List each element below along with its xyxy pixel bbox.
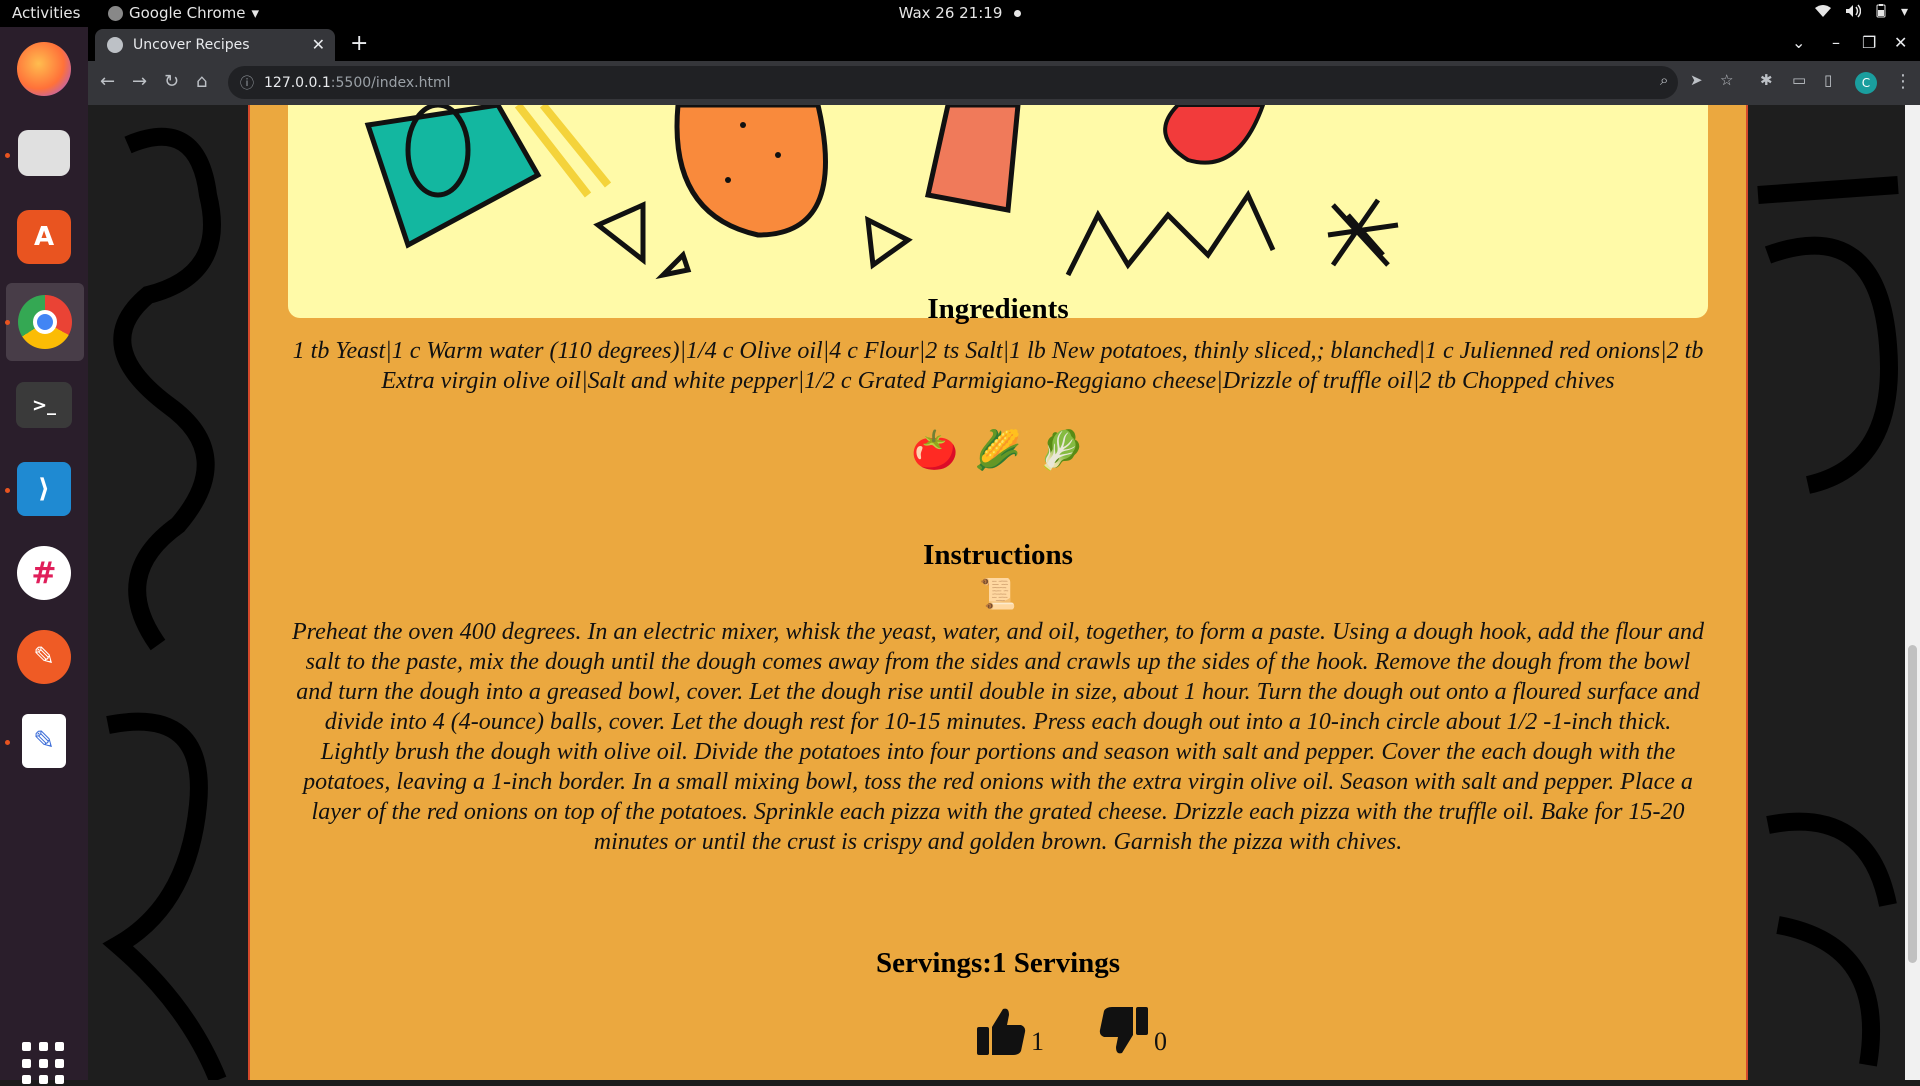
extensions-icon[interactable]: ✱ <box>1760 71 1773 89</box>
dock-software[interactable]: A <box>12 205 76 269</box>
profile-avatar[interactable]: C <box>1855 72 1877 94</box>
ingredients-text: 1 tb Yeast|1 c Warm water (110 degrees)|… <box>292 338 1704 394</box>
background-doodle-left <box>102 127 227 1080</box>
leafy-greens-icon: 🥬 <box>1037 428 1085 472</box>
instructions-heading: Instructions <box>923 539 1073 571</box>
activities-button[interactable]: Activities <box>12 4 80 22</box>
tab-strip: Uncover Recipes ✕ + ⌄ – ❐ ✕ <box>88 27 1920 61</box>
send-to-device-icon[interactable]: ➤ <box>1690 71 1703 89</box>
dock-text-editor[interactable]: ✎ <box>12 709 76 773</box>
new-tab-button[interactable]: + <box>350 31 368 56</box>
system-top-bar: Activities Google Chrome ▾ Wax 26 21:19 … <box>0 0 1920 27</box>
tab-title: Uncover Recipes <box>133 37 250 53</box>
side-panel-icon[interactable]: ▯ <box>1824 71 1832 89</box>
globe-icon <box>107 37 123 53</box>
dislike-count: 0 <box>1154 1027 1167 1056</box>
app-menu-label: Google Chrome <box>129 4 246 22</box>
back-icon[interactable]: ← <box>100 71 115 92</box>
url-host: 127.0.0.1 <box>264 74 331 91</box>
volume-icon <box>1845 4 1861 18</box>
close-tab-icon[interactable]: ✕ <box>312 35 325 54</box>
food-doodle-illustration <box>364 105 1399 280</box>
dock-vscode[interactable]: ⟩ <box>12 457 76 521</box>
vscode-icon: ⟩ <box>17 462 71 516</box>
terminal-icon: >_ <box>16 382 72 428</box>
app-menu[interactable]: Google Chrome ▾ <box>108 4 259 22</box>
address-bar[interactable]: ⓘ 127.0.0.1:5500/index.html <box>228 66 1678 99</box>
show-applications-icon[interactable] <box>22 1042 66 1086</box>
tomato-icon: 🍅 <box>911 428 959 472</box>
dock-files[interactable] <box>12 121 76 185</box>
bookmark-star-icon[interactable]: ☆ <box>1720 71 1733 89</box>
wifi-icon <box>1814 5 1831 17</box>
recipe-hero-illustration <box>288 105 1708 318</box>
scroll-icon: 📜 <box>979 577 1017 612</box>
files-icon <box>18 130 70 176</box>
battery-icon <box>1876 4 1886 18</box>
chrome-icon <box>18 295 72 349</box>
running-indicator <box>5 488 10 493</box>
running-indicator <box>5 153 10 158</box>
scrollbar-thumb[interactable] <box>1908 645 1917 963</box>
close-window-icon[interactable]: ✕ <box>1894 33 1907 52</box>
dock-slack[interactable]: # <box>12 541 76 605</box>
more-menu-icon[interactable]: ⋮ <box>1894 71 1912 92</box>
running-indicator <box>5 740 10 745</box>
corn-icon: 🌽 <box>974 428 1022 472</box>
ingredient-emoji-row: 🍅 🌽 🥬 <box>250 428 1746 473</box>
firefox-icon <box>17 42 71 96</box>
home-icon[interactable]: ⌂ <box>196 71 207 92</box>
page-viewport: Ingredients 1 tb Yeast|1 c Warm water (1… <box>88 105 1920 1080</box>
status-area[interactable]: ▾ <box>1814 4 1908 20</box>
restore-icon[interactable]: ❐ <box>1862 33 1876 52</box>
dock-chrome[interactable] <box>6 283 84 361</box>
clock-label[interactable]: Wax 26 21:19 <box>899 4 1003 22</box>
forward-icon[interactable]: → <box>132 71 147 92</box>
servings-label: Servings:1 Servings <box>875 947 1121 979</box>
background-doodle-right <box>1757 176 1899 1067</box>
site-info-icon[interactable]: ⓘ <box>240 73 254 93</box>
tab-search-icon[interactable]: ⌄ <box>1792 33 1805 52</box>
dock-postman[interactable]: ✎ <box>12 625 76 689</box>
thumbs-down-icon <box>1099 1007 1148 1054</box>
ingredients-heading: Ingredients <box>927 293 1069 325</box>
chrome-app-icon <box>108 5 123 21</box>
slack-icon: # <box>17 546 71 600</box>
dislike-button[interactable]: 0 <box>1098 1005 1167 1057</box>
chevron-down-icon: ▾ <box>251 4 260 22</box>
dock-firefox[interactable] <box>12 37 76 101</box>
recipe-card: Ingredients 1 tb Yeast|1 c Warm water (1… <box>248 105 1748 1080</box>
reload-icon[interactable]: ↻ <box>164 71 179 92</box>
like-button[interactable]: 1 <box>975 1005 1044 1057</box>
thumbs-up-icon <box>977 1008 1026 1055</box>
text-editor-icon: ✎ <box>22 714 66 768</box>
minimize-icon[interactable]: – <box>1832 33 1840 52</box>
running-indicator <box>5 320 10 325</box>
url-path: :5500/index.html <box>330 74 451 91</box>
like-count: 1 <box>1031 1027 1044 1056</box>
browser-window: Uncover Recipes ✕ + ⌄ – ❐ ✕ ← → ↻ ⌂ ⓘ 12… <box>88 27 1920 1080</box>
cast-icon[interactable]: ▭ <box>1792 71 1806 89</box>
software-center-icon: A <box>17 210 71 264</box>
dock-terminal[interactable]: >_ <box>12 373 76 437</box>
instructions-text: Preheat the oven 400 degrees. In an elec… <box>291 619 1704 855</box>
system-menu-chevron-icon: ▾ <box>1900 4 1908 20</box>
page-scrollbar[interactable] <box>1905 105 1920 1080</box>
browser-toolbar: ← → ↻ ⌂ ⓘ 127.0.0.1:5500/index.html ⌕ ➤ … <box>88 61 1920 105</box>
notification-dot-icon <box>1014 10 1022 17</box>
tab-uncover-recipes[interactable]: Uncover Recipes ✕ <box>95 29 335 61</box>
clock: Wax 26 21:19 <box>0 4 1920 22</box>
dock: A >_ ⟩ # ✎ ✎ <box>0 27 88 1085</box>
zoom-icon[interactable]: ⌕ <box>1660 71 1668 89</box>
postman-icon: ✎ <box>17 630 71 684</box>
